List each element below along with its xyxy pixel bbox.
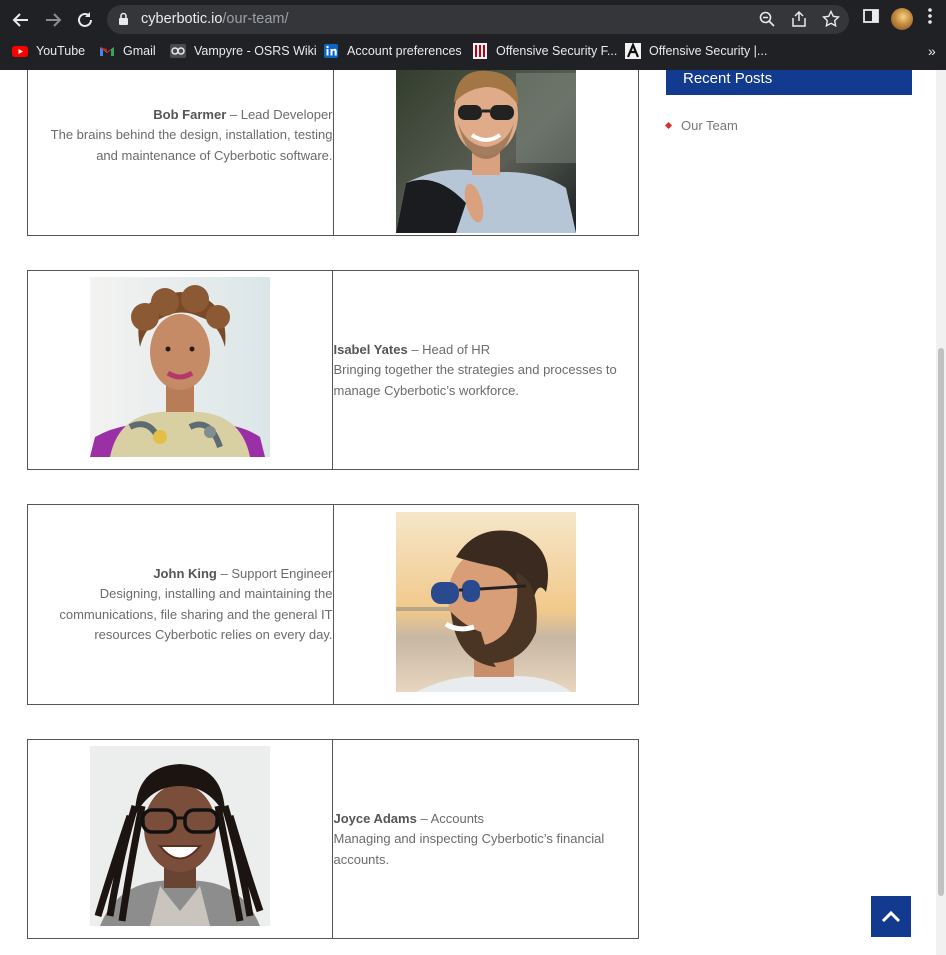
bookmark-label: Vampyre - OSRS Wiki [194, 44, 317, 58]
overflow-label: » [928, 43, 936, 59]
bookmark-osrs-wiki[interactable]: Vampyre - OSRS Wiki [170, 39, 317, 63]
recent-posts-header: Recent Posts [666, 70, 912, 95]
reload-button[interactable] [72, 7, 98, 33]
team-bio: Bob Farmer – Lead Developer The brains b… [28, 105, 333, 166]
reload-icon [78, 12, 92, 27]
forward-button[interactable] [40, 7, 66, 33]
linkedin-icon [324, 44, 338, 58]
member-name: Joyce Adams [333, 811, 417, 826]
member-role: – Lead Developer [226, 107, 333, 122]
bookmark-gmail[interactable]: Gmail [99, 39, 156, 63]
member-bio: Managing and inspecting Cyberbotic’s fin… [333, 831, 605, 867]
bookmark-offsec-2[interactable]: Offensive Security |... [625, 39, 767, 63]
url-host: cyberbotic.io [141, 11, 223, 27]
bookmark-label: Offensive Security |... [649, 44, 768, 58]
bookmark-linkedin[interactable]: Account preferences [323, 39, 462, 63]
member-bio: Designing, installing and maintaining th… [59, 586, 333, 642]
bookmark-label: Gmail [123, 44, 156, 58]
team-member-row: Joyce Adams – Accounts Managing and insp… [27, 739, 639, 939]
zoom-icon[interactable] [758, 10, 776, 28]
bookmark-youtube[interactable]: YouTube [12, 39, 85, 63]
team-photo-cell [332, 505, 638, 704]
side-panel-icon[interactable] [862, 7, 880, 25]
bullet-diamond-icon [664, 121, 673, 130]
team-bio: Joyce Adams – Accounts Managing and insp… [333, 809, 638, 870]
member-role: – Accounts [416, 811, 485, 826]
url-path: /our-team/ [222, 11, 289, 27]
osrs-wiki-icon [170, 44, 186, 58]
scrollbar-thumb[interactable] [938, 348, 944, 896]
offsec-icon [625, 43, 641, 59]
chevron-up-icon [881, 910, 901, 922]
team-bio-cell: John King – Support Engineer Designing, … [28, 505, 333, 704]
team-photo-cell [332, 70, 638, 235]
team-member-row: John King – Support Engineer Designing, … [27, 504, 639, 705]
team-photo-cell [28, 271, 332, 469]
browser-chrome: cyberbotic.io/our-team/ YouTube Gmail Va… [0, 0, 946, 70]
bob-farmer-photo [395, 70, 576, 233]
page-content: Bob Farmer – Lead Developer The brains b… [0, 70, 936, 955]
recent-post-label: Our Team [681, 118, 738, 133]
recent-posts-title: Recent Posts [683, 70, 773, 87]
team-bio: Isabel Yates – Head of HR Bringing toget… [333, 340, 638, 401]
bookmark-label: YouTube [36, 44, 86, 58]
team-member-row: Isabel Yates – Head of HR Bringing toget… [27, 270, 639, 470]
member-bio: Bringing together the strategies and pro… [333, 362, 617, 398]
address-bar[interactable]: cyberbotic.io/our-team/ [107, 5, 849, 34]
isabel-yates-photo [90, 277, 270, 457]
share-icon[interactable] [790, 10, 808, 28]
member-name: Bob Farmer [153, 107, 227, 122]
arrow-right-icon [46, 13, 62, 27]
team-bio-cell: Joyce Adams – Accounts Managing and insp… [332, 740, 638, 938]
url-text: cyberbotic.io/our-team/ [141, 11, 289, 27]
recent-post-link[interactable]: Our Team [664, 118, 738, 133]
bookmark-offsec-1[interactable]: Offensive Security F... [472, 39, 617, 63]
bookmark-star-icon[interactable] [822, 10, 840, 28]
profile-avatar[interactable] [891, 8, 913, 30]
team-member-row: Bob Farmer – Lead Developer The brains b… [27, 70, 639, 236]
back-button[interactable] [8, 7, 34, 33]
more-menu-icon[interactable] [927, 7, 933, 25]
bookmarks-bar: YouTube Gmail Vampyre - OSRS Wiki Accoun… [0, 39, 946, 63]
bookmark-label: Account preferences [347, 44, 462, 58]
team-bio-cell: Isabel Yates – Head of HR Bringing toget… [332, 271, 638, 469]
lock-icon [119, 12, 128, 25]
bookmark-label: Offensive Security F... [496, 44, 618, 58]
team-bio: John King – Support Engineer Designing, … [28, 564, 333, 645]
page-scrollbar[interactable] [936, 70, 946, 955]
youtube-icon [12, 46, 28, 57]
joyce-adams-photo [90, 746, 270, 926]
back-to-top-button[interactable] [871, 896, 911, 937]
offsec-icon [473, 43, 487, 59]
member-name: Isabel Yates [333, 342, 408, 357]
member-bio: The brains behind the design, installati… [50, 127, 333, 163]
bookmarks-overflow-button[interactable]: » [928, 39, 936, 63]
member-name: John King [153, 566, 217, 581]
team-bio-cell: Bob Farmer – Lead Developer The brains b… [28, 70, 333, 235]
member-role: – Head of HR [407, 342, 491, 357]
team-photo-cell [28, 740, 332, 938]
john-king-photo [395, 512, 576, 692]
member-role: – Support Engineer [216, 566, 333, 581]
arrow-left-icon [12, 13, 28, 27]
gmail-icon [100, 47, 114, 56]
